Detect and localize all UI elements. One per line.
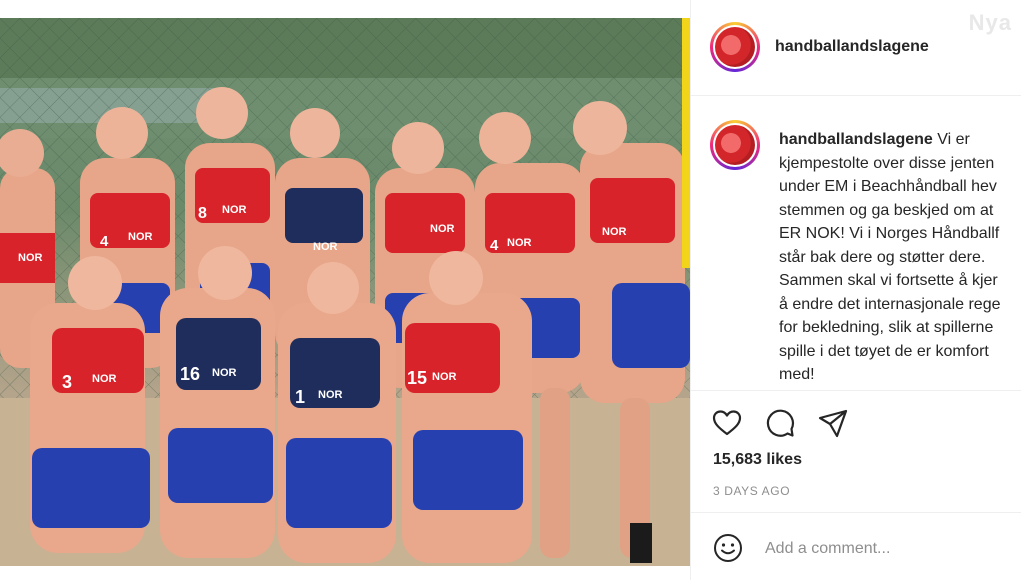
jersey-number: 15 (407, 368, 427, 388)
post-actions: 15,683 likes 3 DAYS AGO (691, 390, 1021, 512)
caption-line: Vi er (937, 131, 970, 148)
likes-count[interactable]: 15,683 likes (713, 451, 802, 469)
caption-line: Sammen skal vi fortsette å kjer (779, 272, 998, 289)
team-photo-illustration: 4 NOR 8 NOR NOR NOR NOR 4 NOR NOR 3 NOR … (0, 18, 690, 566)
caption-line: spille i det tøyet de er komfort (779, 342, 989, 360)
comment-bubble-icon[interactable] (764, 407, 796, 439)
paper-plane-icon[interactable] (817, 407, 849, 439)
accent-strip (682, 18, 690, 268)
avatar[interactable] (710, 22, 760, 72)
jersey-number: 8 (198, 205, 207, 222)
caption-line: under EM i Beachhåndball hev (779, 178, 997, 195)
heart-icon[interactable] (711, 407, 743, 439)
jersey-text: NOR (18, 252, 43, 264)
jersey-text: NOR (430, 223, 455, 235)
jersey-text: NOR (318, 389, 343, 401)
jersey-number: 1 (295, 387, 305, 407)
post-caption: handballandslagene Vi er kjempestolte ov… (779, 128, 1021, 388)
caption-line: med! (779, 366, 815, 383)
jersey-text: NOR (313, 241, 338, 253)
comment-input[interactable]: Add a comment... (765, 540, 890, 558)
caption-line: å endre det internasjonale rege (779, 295, 1001, 313)
comment-bar: Add a comment... (691, 512, 1021, 580)
post-timestamp[interactable]: 3 DAYS AGO (713, 484, 790, 498)
jersey-text: NOR (92, 373, 117, 385)
jersey-number: 3 (62, 372, 72, 392)
caption-line: står bak dere og støtter dere. (779, 248, 986, 266)
caption-line: ER NOK! Vi i Norges Håndballf (779, 225, 1000, 242)
watermark: Nya (968, 10, 1012, 35)
jersey-text: NOR (507, 237, 532, 249)
jersey-number: 4 (490, 237, 499, 254)
jersey-number: 16 (180, 364, 200, 384)
post-photo: 4 NOR 8 NOR NOR NOR NOR 4 NOR NOR 3 NOR … (0, 18, 690, 566)
header-username[interactable]: handballandslagene (775, 38, 929, 56)
jersey-text: NOR (222, 204, 247, 216)
caption-line: for bekledning, slik at spillerne (779, 319, 994, 336)
caption-username[interactable]: handballandslagene (779, 131, 933, 148)
caption-avatar[interactable] (710, 120, 760, 170)
instagram-post-window: 4 NOR 8 NOR NOR NOR NOR 4 NOR NOR 3 NOR … (0, 0, 1021, 580)
jersey-text: NOR (432, 371, 457, 383)
post-header: handballandslagene Nya (691, 0, 1021, 96)
post-sidebar: handballandslagene Nya handballandslagen… (690, 0, 1021, 580)
jersey-number: 4 (100, 233, 109, 250)
caption-line: kjempestolte over disse jenten (779, 154, 995, 172)
jersey-text: NOR (212, 367, 237, 379)
smiley-icon[interactable] (713, 533, 743, 563)
jersey-text: NOR (602, 226, 627, 238)
jersey-text: NOR (128, 231, 153, 243)
caption-line: stemmen og ga beskjed om at (779, 201, 994, 219)
